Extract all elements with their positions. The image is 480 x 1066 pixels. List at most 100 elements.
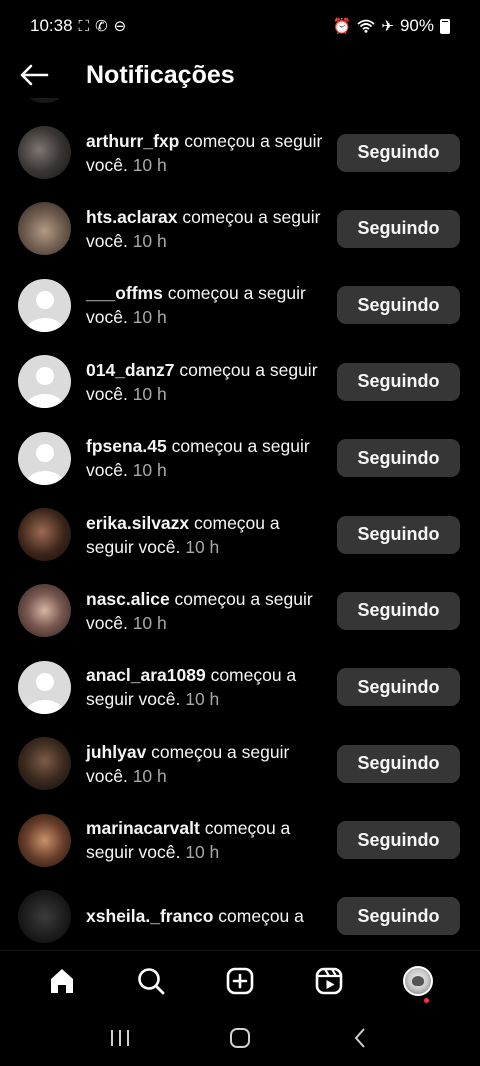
notification-row[interactable]: arthurr_fxp começou a seguir você. 10 hS… (0, 114, 480, 190)
header: Notificações (0, 52, 480, 98)
timestamp: 10 h (185, 842, 220, 863)
notification-row[interactable]: fpsena.45 começou a seguir você. 10 h Seg… (0, 420, 480, 496)
airplane-icon: ✈ (381, 17, 394, 35)
default-avatar-head (35, 673, 54, 691)
default-avatar-body (25, 394, 64, 409)
avatar[interactable] (18, 889, 71, 943)
avatar[interactable] (18, 584, 71, 638)
notification-list[interactable]: você. 10 hSeguindoarthurr_fxp começou a … (0, 98, 480, 950)
username[interactable]: xsheila._franco (86, 906, 213, 926)
timestamp: 10 h (185, 689, 220, 710)
notification-row[interactable]: anacl_ara1089 começou a seguir você. 10 … (0, 649, 480, 725)
avatar[interactable] (18, 431, 71, 485)
default-avatar-head (35, 367, 54, 386)
bottom-nav (0, 950, 480, 1010)
nav-profile[interactable] (394, 957, 442, 1005)
timestamp: 10 h (132, 612, 167, 633)
notification-row[interactable]: você. 10 hSeguindo (0, 98, 480, 114)
username[interactable]: nasc.alice (86, 589, 170, 609)
default-avatar-body (25, 317, 64, 332)
notification-text: marinacarvalt começou a seguir você. 10 … (86, 816, 337, 864)
notification-row[interactable]: hts.aclarax começou a seguir você. 10 hS… (0, 191, 480, 267)
screenshot-icon: ⛶ (78, 17, 90, 35)
home-button-icon (230, 1028, 250, 1048)
clock: 10:38 (30, 16, 73, 35)
notification-text: ___offms começou a seguir você. 10 h (86, 281, 337, 329)
notification-row[interactable]: xsheila._franco começou a Seguindo (0, 878, 480, 950)
following-button[interactable]: Seguindo (337, 286, 460, 325)
notification-row[interactable]: marinacarvalt começou a seguir você. 10 … (0, 802, 480, 878)
default-avatar-body (25, 470, 64, 485)
avatar[interactable] (18, 355, 71, 409)
default-avatar-head (35, 443, 54, 462)
avatar[interactable] (18, 278, 71, 332)
following-button[interactable]: Seguindo (337, 668, 460, 707)
page-title: Notificações (86, 60, 235, 89)
following-button[interactable]: Seguindo (337, 744, 460, 783)
system-nav (0, 1010, 480, 1066)
nav-reels[interactable] (305, 957, 353, 1005)
back-button[interactable] (340, 1018, 380, 1058)
username[interactable]: anacl_ara1089 (86, 665, 206, 685)
notification-text: erika.silvazx começou a seguir você. 10 … (86, 511, 337, 559)
notification-text: anacl_ara1089 começou a seguir você. 10 … (86, 663, 337, 711)
notification-action: começou a (213, 906, 304, 927)
nav-create[interactable] (216, 957, 264, 1005)
recent-apps-button[interactable] (100, 1018, 140, 1058)
notification-text: hts.aclarax começou a seguir você. 10 h (86, 205, 337, 253)
avatar[interactable] (18, 508, 71, 562)
username[interactable]: ___offms (86, 283, 163, 303)
following-button[interactable]: Seguindo (337, 821, 460, 860)
status-left: 10:38 ⛶ ✆ ⊖ (30, 16, 126, 36)
avatar[interactable] (18, 126, 71, 180)
minus-circle-icon: ⊖ (113, 17, 127, 35)
search-icon (138, 967, 165, 994)
following-button[interactable]: Seguindo (337, 591, 460, 630)
following-button[interactable]: Seguindo (337, 362, 460, 401)
notification-dot (423, 997, 429, 1003)
notification-row[interactable]: nasc.alice começou a seguir você. 10 h Se… (0, 573, 480, 649)
notification-text: 014_danz7 começou a seguir você. 10 h (86, 358, 337, 406)
username[interactable]: marinacarvalt (86, 818, 200, 838)
username[interactable]: juhlyav (86, 742, 146, 762)
following-button[interactable]: Seguindo (337, 209, 460, 248)
notification-row[interactable]: juhlyav começou a seguir você. 10 h Segui… (0, 726, 480, 802)
following-button[interactable]: Seguindo (337, 439, 460, 478)
avatar[interactable] (18, 737, 71, 791)
status-bar: 10:38 ⛶ ✆ ⊖ ⏰ ✈ 90% (0, 0, 480, 52)
avatar[interactable] (18, 98, 71, 103)
status-right: ⏰ ✈ 90% (333, 16, 450, 36)
nav-search[interactable] (127, 957, 175, 1005)
timestamp: 10 h (132, 765, 167, 786)
following-button[interactable]: Seguindo (337, 897, 460, 936)
avatar[interactable] (18, 660, 71, 714)
avatar[interactable] (18, 813, 71, 867)
notification-list-inner: você. 10 hSeguindoarthurr_fxp começou a … (0, 98, 480, 950)
username[interactable]: arthurr_fxp (86, 131, 179, 151)
notification-row[interactable]: 014_danz7 começou a seguir você. 10 h Seg… (0, 344, 480, 420)
following-button[interactable]: Seguindo (337, 515, 460, 554)
notification-text: nasc.alice começou a seguir você. 10 h (86, 587, 337, 635)
battery-icon (440, 18, 450, 34)
username[interactable]: erika.silvazx (86, 513, 189, 533)
alarm-icon: ⏰ (332, 17, 352, 35)
username[interactable]: 014_danz7 (86, 360, 175, 380)
timestamp: 10 h (132, 154, 167, 175)
profile-avatar (402, 965, 433, 996)
nav-home[interactable] (38, 957, 86, 1005)
notification-row[interactable]: erika.silvazx começou a seguir você. 10 … (0, 496, 480, 572)
avatar[interactable] (18, 202, 71, 256)
home-icon (51, 968, 74, 993)
username[interactable]: fpsena.45 (86, 436, 167, 456)
notification-text: arthurr_fxp começou a seguir você. 10 h (86, 129, 337, 177)
username[interactable]: hts.aclarax (86, 207, 177, 227)
following-button[interactable]: Seguindo (337, 133, 460, 172)
timestamp: 10 h (185, 536, 220, 557)
notification-text: fpsena.45 começou a seguir você. 10 h (86, 434, 337, 482)
notification-text: xsheila._franco começou a (86, 904, 337, 928)
recent-apps-icon (111, 1030, 129, 1046)
back-arrow-icon[interactable] (16, 57, 52, 93)
reels-icon (315, 967, 343, 994)
notification-row[interactable]: ___offms começou a seguir você. 10 h Segu… (0, 267, 480, 343)
home-button[interactable] (220, 1018, 260, 1058)
